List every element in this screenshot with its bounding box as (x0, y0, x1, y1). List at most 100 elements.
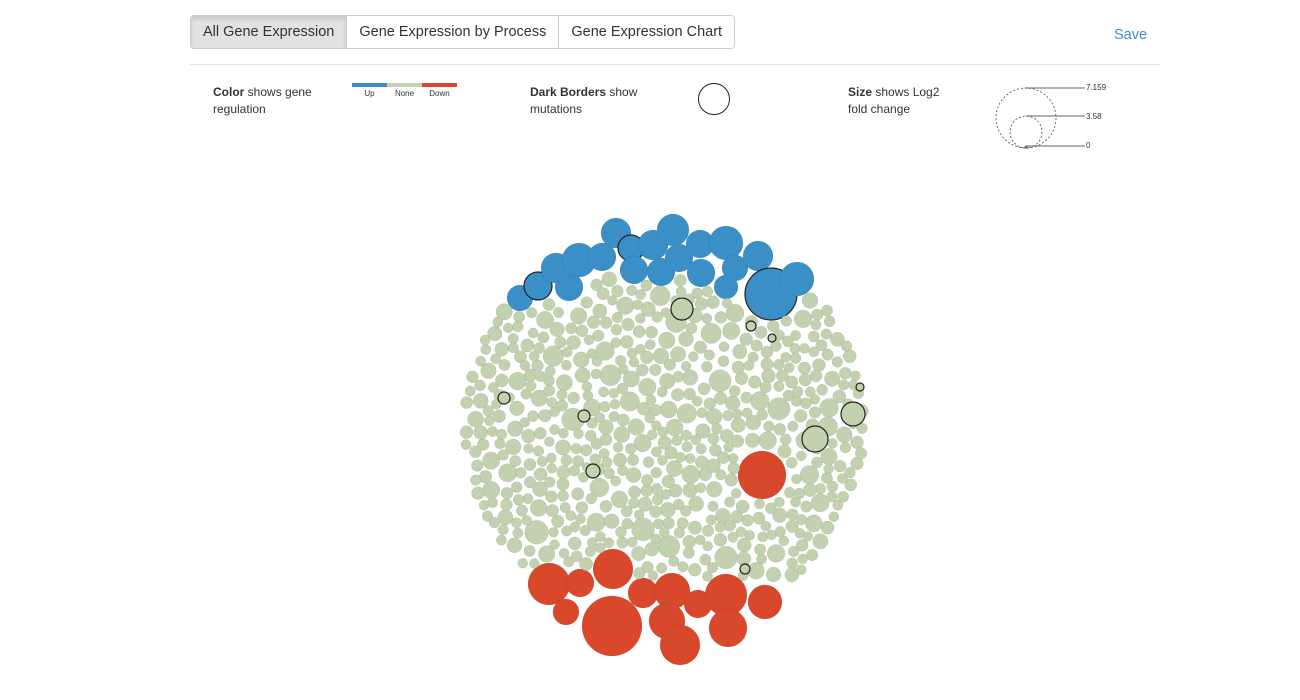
gene-bubble-none[interactable] (839, 366, 852, 380)
gene-bubble-none[interactable] (479, 334, 491, 346)
gene-bubble-none[interactable] (490, 353, 502, 365)
gene-bubble-none[interactable] (586, 315, 601, 329)
gene-bubble-none-mutated[interactable] (497, 391, 511, 405)
gene-bubble-none[interactable] (736, 537, 752, 553)
gene-bubble-none[interactable] (647, 570, 659, 581)
gene-bubble-none[interactable] (833, 459, 847, 473)
gene-bubble-none[interactable] (730, 417, 746, 433)
gene-bubble-none[interactable] (657, 426, 669, 438)
gene-bubble-none[interactable] (599, 499, 613, 513)
gene-bubble-none[interactable] (480, 344, 492, 355)
gene-bubble-none[interactable] (678, 331, 694, 347)
gene-bubble-none[interactable] (784, 486, 796, 499)
gene-bubble-none[interactable] (694, 455, 709, 469)
gene-bubble-none[interactable] (717, 355, 730, 367)
gene-bubble-none[interactable] (460, 439, 472, 450)
gene-bubble-none[interactable] (561, 525, 573, 537)
gene-bubble-none[interactable] (795, 514, 808, 526)
gene-bubble-none[interactable] (697, 382, 711, 396)
gene-bubble-none[interactable] (798, 373, 812, 387)
gene-bubble-none[interactable] (517, 557, 529, 569)
gene-bubble-none[interactable] (802, 531, 814, 542)
gene-bubble-none[interactable] (641, 474, 654, 487)
gene-bubble-none[interactable] (653, 518, 664, 530)
gene-bubble-none[interactable] (590, 368, 602, 380)
gene-bubble-none[interactable] (811, 456, 823, 469)
gene-bubble-none[interactable] (707, 432, 720, 445)
gene-bubble-none[interactable] (693, 340, 707, 354)
gene-bubble-none[interactable] (511, 517, 522, 529)
gene-bubble-none[interactable] (754, 325, 768, 339)
gene-bubble-none[interactable] (854, 447, 868, 460)
gene-bubble-none[interactable] (732, 344, 748, 360)
gene-bubble-none[interactable] (467, 410, 484, 428)
gene-bubble-none[interactable] (582, 390, 594, 402)
gene-bubble-up[interactable] (779, 261, 815, 297)
gene-bubble-none[interactable] (529, 499, 548, 517)
gene-bubble-none[interactable] (673, 274, 687, 287)
gene-bubble-none[interactable] (543, 384, 556, 397)
gene-bubble-none[interactable] (487, 426, 499, 437)
gene-bubble-none[interactable] (626, 284, 638, 296)
gene-bubble-none[interactable] (675, 286, 687, 297)
gene-bubble-none[interactable] (599, 364, 622, 387)
gene-bubble-none[interactable] (538, 408, 552, 423)
gene-bubble-none[interactable] (723, 442, 734, 453)
gene-bubble-none[interactable] (773, 380, 785, 392)
gene-bubble-none[interactable] (748, 375, 762, 389)
gene-bubble-none[interactable] (502, 322, 514, 334)
gene-bubble-none[interactable] (560, 359, 572, 371)
gene-bubble-none[interactable] (778, 535, 790, 547)
gene-bubble-none[interactable] (644, 339, 656, 351)
gene-bubble-none[interactable] (494, 438, 506, 450)
gene-bubble-none[interactable] (838, 379, 850, 391)
gene-bubble-none[interactable] (519, 417, 530, 428)
gene-bubble-none[interactable] (750, 339, 763, 352)
gene-bubble-none[interactable] (661, 474, 675, 489)
gene-bubble-none[interactable] (765, 566, 782, 583)
gene-bubble-none[interactable] (626, 536, 638, 548)
gene-bubble-none[interactable] (651, 311, 663, 323)
gene-bubble-none[interactable] (760, 345, 774, 359)
gene-bubble-none[interactable] (766, 529, 777, 541)
gene-bubble-none[interactable] (797, 553, 808, 565)
gene-bubble-none[interactable] (826, 491, 838, 503)
gene-bubble-none[interactable] (650, 466, 662, 479)
gene-bubble-none[interactable] (529, 558, 540, 569)
gene-bubble-none-mutated[interactable] (670, 297, 694, 321)
gene-bubble-none[interactable] (842, 349, 857, 364)
gene-bubble-none[interactable] (507, 342, 519, 354)
gene-bubble-down[interactable] (627, 577, 659, 609)
gene-bubble-none[interactable] (816, 384, 828, 396)
gene-bubble-none[interactable] (598, 386, 610, 398)
gene-bubble-none[interactable] (525, 380, 537, 392)
gene-bubble-none[interactable] (537, 331, 550, 344)
gene-bubble-none[interactable] (701, 312, 713, 324)
gene-bubble-none[interactable] (839, 441, 852, 454)
gene-bubble-none[interactable] (826, 480, 839, 493)
gene-bubble-none[interactable] (741, 407, 753, 419)
gene-bubble-none-mutated[interactable] (840, 401, 866, 427)
gene-bubble-none[interactable] (708, 369, 732, 393)
gene-bubble-none[interactable] (579, 556, 593, 571)
gene-bubble-none[interactable] (718, 341, 730, 353)
gene-bubble-none[interactable] (656, 562, 668, 574)
gene-bubble-none[interactable] (509, 400, 525, 416)
gene-bubble-none[interactable] (557, 490, 569, 502)
gene-bubble-up[interactable] (656, 213, 690, 247)
gene-bubble-none-mutated[interactable] (801, 425, 829, 453)
gene-bubble-none[interactable] (682, 534, 697, 549)
gene-bubble-none[interactable] (627, 418, 645, 436)
gene-bubble-none[interactable] (750, 391, 770, 411)
gene-bubble-none[interactable] (766, 319, 780, 333)
gene-bubble-down[interactable] (552, 598, 580, 626)
gene-bubble-none[interactable] (487, 382, 499, 393)
gene-bubble-none[interactable] (628, 497, 640, 509)
gene-bubble-none[interactable] (672, 498, 685, 511)
gene-bubble-none[interactable] (546, 397, 558, 408)
gene-bubble-none-mutated[interactable] (855, 382, 865, 392)
gene-bubble-none[interactable] (756, 408, 769, 421)
gene-bubble-none[interactable] (533, 467, 548, 481)
gene-bubble-none[interactable] (741, 514, 754, 527)
gene-bubble-none[interactable] (724, 496, 736, 508)
